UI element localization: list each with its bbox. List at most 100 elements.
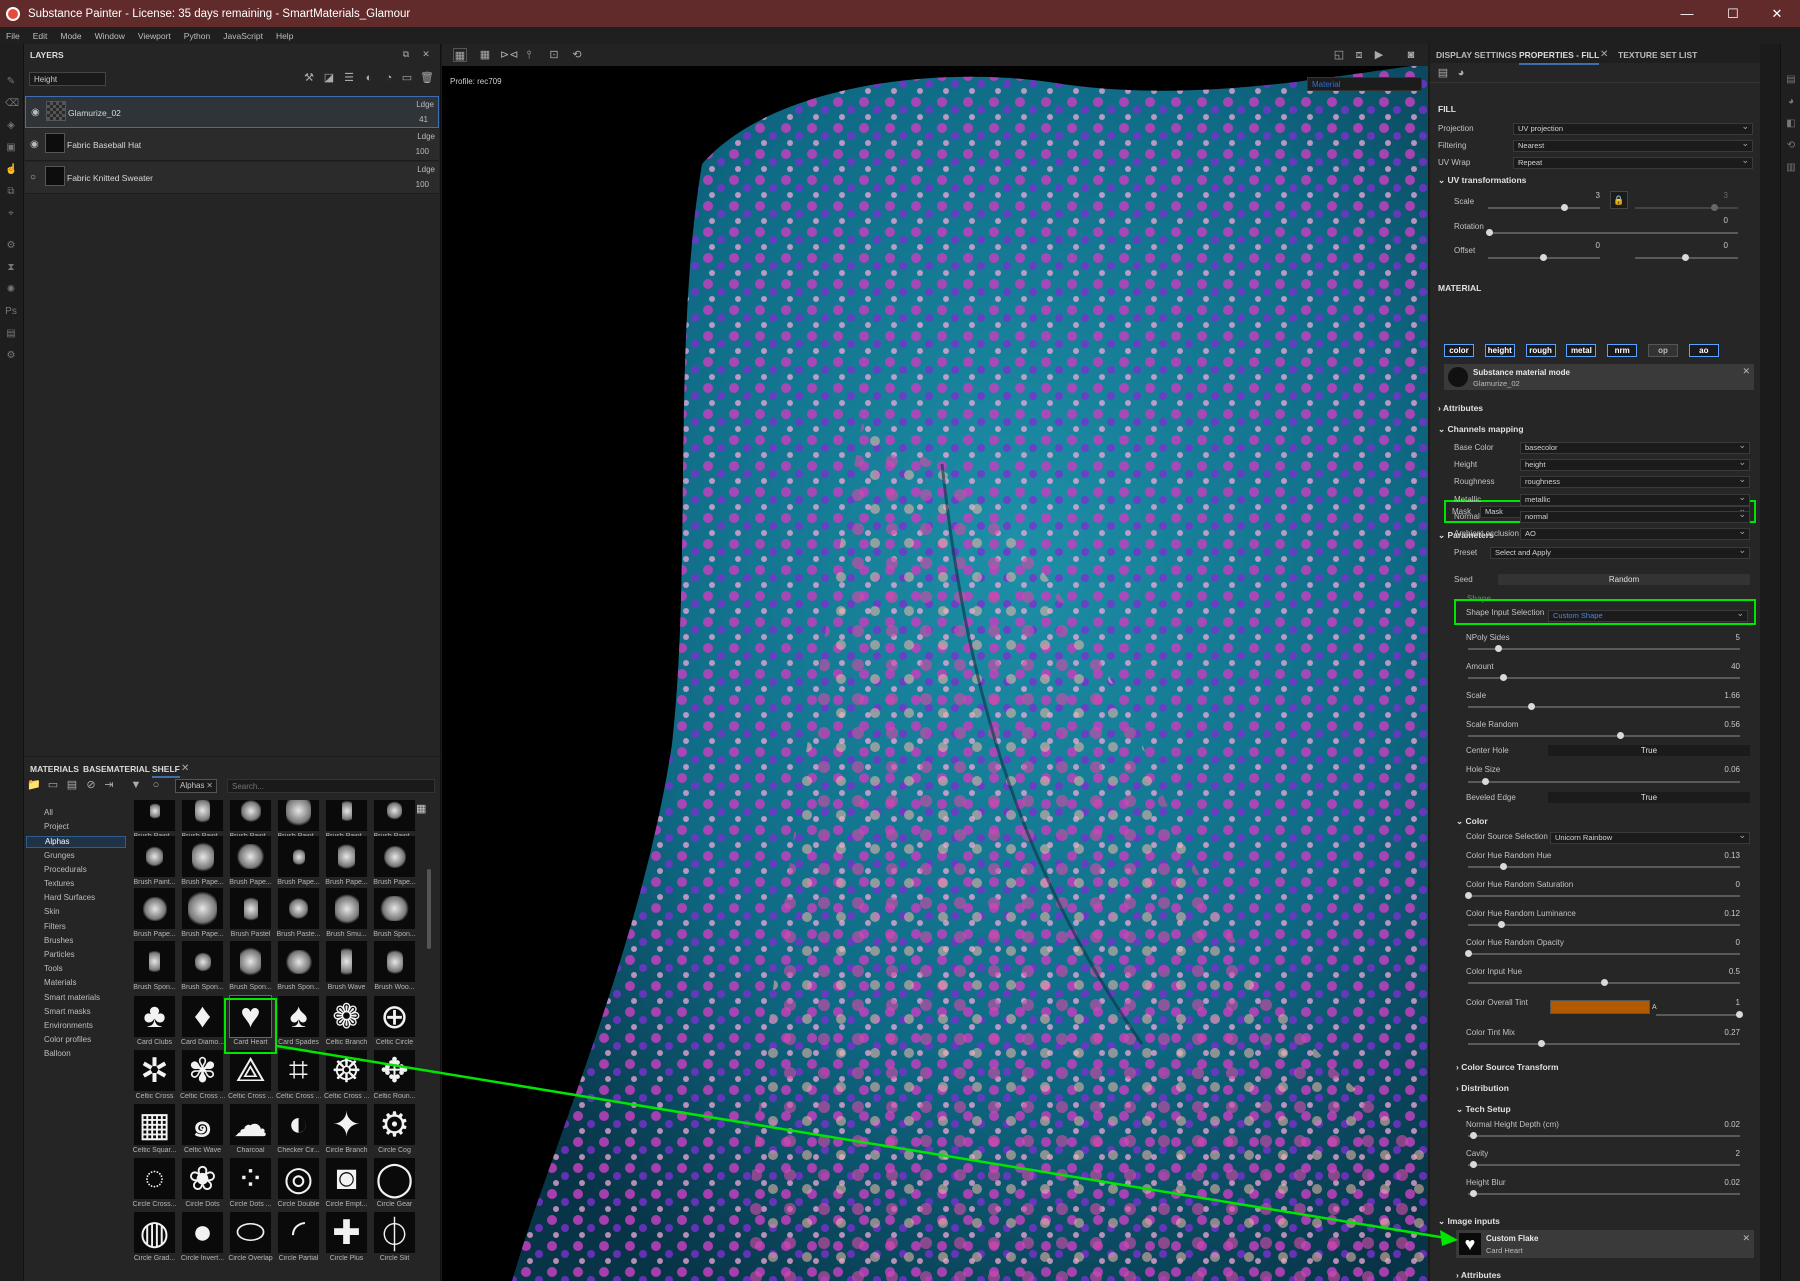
alpha-tile[interactable]: ⌗ Celtic Cross ... <box>276 1050 321 1104</box>
channel-toggle-nrm[interactable]: nrm <box>1607 344 1638 357</box>
add-effect-icon[interactable]: ⚒ <box>302 71 316 85</box>
alpha-tile[interactable]: ✦ Circle Branch <box>324 1104 369 1158</box>
paint-brush-icon[interactable]: ✎ <box>5 76 17 88</box>
slider-knob[interactable] <box>1601 979 1608 986</box>
slider-knob[interactable] <box>1540 254 1547 261</box>
alpha-tile[interactable]: Brush Spon... <box>228 941 273 995</box>
scale-value[interactable]: 3 <box>1570 191 1600 200</box>
alpha-tile[interactable]: ◜ Circle Partial <box>276 1212 321 1266</box>
alpha-tile[interactable]: ◍ Circle Grad... <box>132 1212 177 1266</box>
undock-icon[interactable]: ⧉ <box>399 47 413 61</box>
close-panel-icon[interactable]: ✕ <box>419 47 433 61</box>
alpha-tile[interactable]: ⚙ Circle Cog <box>372 1104 417 1158</box>
alpha-tile[interactable]: Brush Spon... <box>276 941 321 995</box>
seed-random-button[interactable]: Random <box>1498 574 1750 585</box>
circle-icon[interactable]: ○ <box>149 778 163 792</box>
alpha-tile[interactable]: ⬭ Circle Overlap <box>228 1212 273 1266</box>
category-item[interactable]: Tools <box>44 964 63 973</box>
alpha-tile[interactable]: Brush Paint... <box>132 836 177 890</box>
close-tab-icon[interactable]: ✕ <box>1600 49 1608 60</box>
color-param-slider[interactable] <box>1465 892 1740 899</box>
slider-knob[interactable] <box>1561 204 1568 211</box>
export-icon[interactable]: ▤ <box>5 328 17 340</box>
minimize-button[interactable]: — <box>1664 0 1710 27</box>
section-color-source-transform[interactable]: › Color Source Transform <box>1456 1062 1559 1072</box>
display-icon[interactable]: ◧ <box>1785 118 1797 130</box>
layer-row[interactable]: ◉ Fabric Baseball Hat Ldge 100 <box>25 129 439 161</box>
log-icon[interactable]: ▥ <box>1785 162 1797 174</box>
filter-icon[interactable]: ▼ <box>129 778 143 792</box>
eye-icon[interactable]: ◉ <box>30 139 39 150</box>
rotation-value[interactable]: 0 <box>1698 216 1728 225</box>
hole-size-slider[interactable] <box>1468 778 1740 785</box>
category-item[interactable]: Color profiles <box>44 1035 91 1044</box>
projection-select[interactable]: UV projection <box>1513 121 1753 135</box>
shape-param-slider[interactable] <box>1468 732 1740 739</box>
menu-mode[interactable]: Mode <box>54 31 88 41</box>
shader-icon[interactable]: ◕ <box>1785 96 1797 108</box>
offset-slider[interactable] <box>1488 254 1600 261</box>
close-button[interactable]: ✕ <box>1754 0 1800 27</box>
shape-param-value[interactable]: 1.66 <box>1700 691 1740 700</box>
tab-basematerial[interactable]: BASEMATERIAL <box>83 764 150 774</box>
effects-icon[interactable]: ✺ <box>5 284 17 296</box>
slider-knob[interactable] <box>1497 921 1505 928</box>
view-3d-icon[interactable]: ⧈ <box>1352 48 1366 62</box>
mapping-select[interactable]: height <box>1520 457 1750 472</box>
polygon-fill-icon[interactable]: ▣ <box>5 142 17 154</box>
add-folder-icon[interactable]: ◔ <box>382 71 396 85</box>
slider-knob[interactable] <box>1711 204 1718 211</box>
hide-icon[interactable]: ⊘ <box>84 778 98 792</box>
channel-toggle-color[interactable]: color <box>1444 344 1474 357</box>
mapping-select[interactable]: normal <box>1520 509 1750 523</box>
custom-flake-slot[interactable]: ♥ Custom Flake Card Heart ✕ <box>1456 1230 1754 1258</box>
split-view-icon[interactable]: ▦ <box>478 48 492 62</box>
uvwrap-select[interactable]: Repeat <box>1513 155 1753 169</box>
category-item[interactable]: Particles <box>44 950 75 959</box>
scale-slider-2[interactable] <box>1635 204 1738 211</box>
alpha-tile[interactable]: ✥ Celtic Roun... <box>372 1050 417 1104</box>
slider-knob[interactable] <box>1527 703 1535 710</box>
section-image-inputs[interactable]: ⌄ Image inputs <box>1438 1216 1500 1227</box>
slider-knob[interactable] <box>1538 1040 1546 1047</box>
eraser-icon[interactable]: ⌫ <box>5 98 19 110</box>
camera-icon[interactable]: ▶ <box>1372 48 1386 62</box>
view-2d-icon[interactable]: ◱ <box>1332 48 1346 62</box>
bake-icon[interactable]: ⚙ <box>5 240 17 252</box>
alpha-tile[interactable]: Brush Pape... <box>180 836 225 890</box>
import-icon[interactable]: ▤ <box>65 778 79 792</box>
menu-python[interactable]: Python <box>178 31 217 41</box>
alpha-tile[interactable]: ⊕ Celtic Circle <box>372 996 417 1050</box>
alpha-tile[interactable]: Brush Pape... <box>132 888 177 942</box>
slider-knob[interactable] <box>1736 1011 1743 1018</box>
menu-window[interactable]: Window <box>89 31 132 41</box>
scale-slider[interactable] <box>1488 204 1600 211</box>
alpha-tile[interactable]: ⟁ Celtic Cross ... <box>228 1050 273 1104</box>
hole-size-value[interactable]: 0.06 <box>1700 765 1740 774</box>
shape-param-value[interactable]: 5 <box>1700 633 1740 642</box>
alpha-tile[interactable]: Brush Pape... <box>180 888 225 942</box>
layer-opacity[interactable]: 100 <box>416 147 429 156</box>
viewport-mode-select[interactable]: Material <box>1307 77 1422 91</box>
alpha-tile[interactable]: ♠ Card Spades <box>276 996 321 1050</box>
category-item[interactable]: Textures <box>44 879 74 888</box>
tech-param-value[interactable]: 0.02 <box>1700 1120 1740 1129</box>
slider-knob[interactable] <box>1465 892 1472 899</box>
menu-help[interactable]: Help <box>270 31 300 41</box>
alpha-tile[interactable]: Brush Smu... <box>324 888 369 942</box>
channel-toggle-height[interactable]: height <box>1484 344 1515 357</box>
export-icon[interactable]: ⇥ <box>102 778 116 792</box>
alpha-tile[interactable]: Brush Pape... <box>372 836 417 890</box>
menu-javascript[interactable]: JavaScript <box>217 31 270 41</box>
color-param-slider[interactable] <box>1465 950 1740 957</box>
history-icon[interactable]: ⟲ <box>1785 140 1797 152</box>
channel-select[interactable]: Height <box>29 72 106 86</box>
shape-param-value[interactable]: 0.56 <box>1700 720 1740 729</box>
category-item[interactable]: Brushes <box>44 936 73 945</box>
alpha-tile[interactable]: ◌ Circle Cross... <box>132 1158 177 1212</box>
alpha-tile[interactable]: ● Circle Invert... <box>180 1212 225 1266</box>
filtering-select[interactable]: Nearest <box>1513 138 1753 152</box>
preset-select[interactable]: Select and Apply <box>1490 545 1750 559</box>
tech-param-value[interactable]: 2 <box>1700 1149 1740 1158</box>
fill-properties-icon[interactable]: ▤ <box>1436 66 1450 80</box>
